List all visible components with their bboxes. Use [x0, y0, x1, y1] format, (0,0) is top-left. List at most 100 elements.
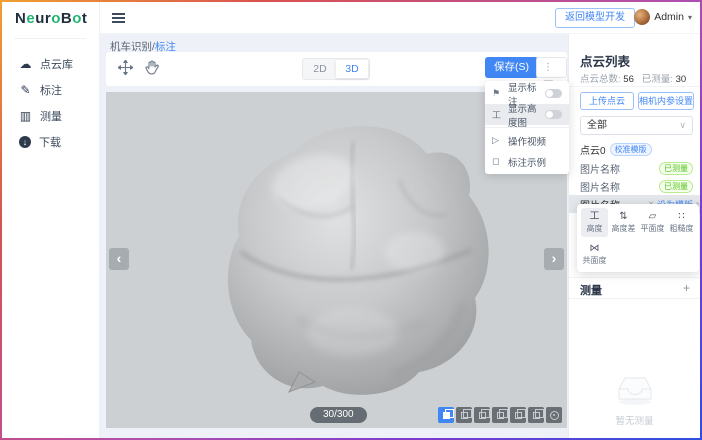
user-menu[interactable]: Admin ▾: [634, 9, 692, 25]
sidebar-item-label: 下载: [39, 134, 61, 150]
tool-label: 粗糙度: [668, 224, 695, 234]
add-measure-button[interactable]: +: [683, 281, 690, 295]
image-list-item[interactable]: 图片名称 已测量: [569, 177, 700, 195]
window-frame: ‹ › 30/300 NeuroBot ☁ 点云库 ✎ 标注 ▥ 测量 ↓: [0, 0, 702, 440]
show-annotation-toggle[interactable]: [545, 89, 562, 98]
menu-item-label: 显示高度图: [508, 101, 545, 129]
avatar: [634, 9, 650, 25]
frame-icon: ◻: [492, 156, 504, 167]
measured-badge: 已测量: [659, 162, 693, 175]
pointcloud-group-row[interactable]: 点云0 校准模版: [580, 142, 652, 157]
cube-icon: [443, 412, 450, 419]
collapse-menu-icon[interactable]: [112, 13, 125, 23]
prev-image-arrow[interactable]: ‹: [109, 248, 129, 270]
flatness-tool-icon: ▱: [639, 210, 666, 224]
tool-label: 平面度: [639, 224, 666, 234]
tool-coplanarity[interactable]: ⋈ 共面度: [581, 240, 608, 269]
image-name: 图片名称: [580, 179, 659, 194]
move-tool-icon[interactable]: [118, 60, 133, 75]
mode-2d-button[interactable]: 2D: [304, 60, 336, 78]
download-icon: ↓: [19, 136, 31, 148]
image-name: 图片名称: [580, 161, 659, 176]
save-button[interactable]: 保存(S): [485, 57, 538, 78]
top-header: 返回模型开发 Admin ▾: [100, 2, 700, 34]
app-root: ‹ › 30/300 NeuroBot ☁ 点云库 ✎ 标注 ▥ 测量 ↓: [2, 2, 700, 438]
height-tool-icon: 工: [581, 210, 608, 224]
cube-icon: [479, 412, 486, 419]
cube-icon: [497, 412, 504, 419]
dimension-toggle: 2D 3D: [302, 58, 370, 80]
panel-title: 点云列表: [580, 51, 630, 70]
back-to-model-dev-button[interactable]: 返回模型开发: [555, 8, 635, 28]
panel-divider: [569, 86, 700, 87]
image-list-item[interactable]: 图片名称 已测量: [569, 159, 700, 177]
sidebar-item-label: 点云库: [40, 56, 73, 72]
measure-section-header: 测量 +: [569, 277, 700, 299]
empty-inbox-icon: [614, 374, 656, 406]
tool-label: 高度差: [610, 224, 637, 234]
ruler-icon: ▥: [19, 109, 32, 123]
view-front-button[interactable]: [456, 407, 472, 423]
sidebar-item-measure[interactable]: ▥ 测量: [2, 104, 100, 128]
image-counter: 30/300: [310, 407, 367, 423]
logo-divider: [14, 38, 86, 39]
tool-flatness[interactable]: ▱ 平面度: [639, 208, 666, 237]
upload-pointcloud-button[interactable]: 上传点云: [580, 92, 634, 110]
view-right-button[interactable]: [510, 407, 526, 423]
view-default-button[interactable]: [438, 407, 454, 423]
mode-3d-button[interactable]: 3D: [336, 60, 368, 78]
next-image-arrow[interactable]: ›: [544, 248, 564, 270]
tool-height-diff[interactable]: ⇅ 高度差: [610, 208, 637, 237]
tool-label: 高度: [581, 224, 608, 234]
sidebar-item-label: 测量: [40, 108, 62, 124]
tool-height[interactable]: 工 高度: [581, 208, 608, 237]
height-icon: 工: [492, 108, 504, 121]
view-top-button[interactable]: [528, 407, 544, 423]
sidebar-item-download[interactable]: ↓ 下载: [2, 130, 100, 154]
total-label: 点云总数:: [580, 74, 621, 85]
filter-value: 全部: [587, 120, 607, 131]
tool-label: 共面度: [581, 256, 608, 266]
tool-roughness[interactable]: ∷ 粗糙度: [668, 208, 695, 237]
sidebar-item-annotate[interactable]: ✎ 标注: [2, 78, 100, 102]
sidebar-item-label: 标注: [40, 82, 62, 98]
right-panel: 点云列表 点云总数: 56 已测量: 30 上传点云 相机内参设置 全部 ∨ 点…: [568, 34, 700, 438]
view-back-button[interactable]: [474, 407, 490, 423]
more-button[interactable]: ⋮更多: [536, 57, 567, 78]
group-name: 点云0: [580, 142, 606, 157]
empty-state: 暂无测量: [569, 374, 700, 427]
menu-item-label: 标注示例: [508, 155, 562, 169]
measured-badge: 已测量: [659, 180, 693, 193]
app-logo: NeuroBot: [15, 10, 87, 27]
camera-params-button[interactable]: 相机内参设置: [638, 92, 694, 110]
roughness-tool-icon: ∷: [668, 210, 695, 224]
cloud-icon: ☁: [19, 57, 32, 71]
sidebar-item-pointcloud-library[interactable]: ☁ 点云库: [2, 52, 100, 76]
menu-item-tutorial-video[interactable]: ▷ 操作视频: [485, 130, 569, 151]
measured-value: 30: [676, 74, 687, 85]
menu-item-show-heightmap[interactable]: 工 显示高度图: [485, 104, 569, 125]
view-left-button[interactable]: [492, 407, 508, 423]
more-dropdown-menu: ⚑ 显示标注 工 显示高度图 ▷ 操作视频 ◻ 标注示例: [485, 81, 569, 174]
view-cube-toolbar: [438, 407, 562, 423]
tooth-mesh: [201, 100, 501, 410]
measure-title: 测量: [580, 282, 602, 298]
pan-hand-icon[interactable]: [145, 60, 159, 75]
menu-item-label: 操作视频: [508, 134, 562, 148]
menu-item-annotation-example[interactable]: ◻ 标注示例: [485, 151, 569, 172]
height-diff-tool-icon: ⇅: [610, 210, 637, 224]
sidebar: NeuroBot ☁ 点云库 ✎ 标注 ▥ 测量 ↓ 下载: [2, 2, 100, 438]
reset-focus-button[interactable]: [546, 407, 562, 423]
total-value: 56: [623, 74, 634, 85]
chevron-down-icon: ▾: [688, 13, 692, 22]
cube-icon: [533, 412, 540, 419]
cube-icon: [515, 412, 522, 419]
show-heightmap-toggle[interactable]: [545, 110, 562, 119]
coplanarity-tool-icon: ⋈: [581, 242, 608, 256]
pen-icon: ✎: [19, 83, 32, 97]
filter-select[interactable]: 全部 ∨: [580, 116, 693, 135]
chevron-down-icon: ∨: [679, 117, 686, 134]
crosshair-icon: [550, 411, 559, 420]
video-icon: ▷: [492, 135, 504, 146]
measured-label: 已测量:: [642, 74, 673, 85]
